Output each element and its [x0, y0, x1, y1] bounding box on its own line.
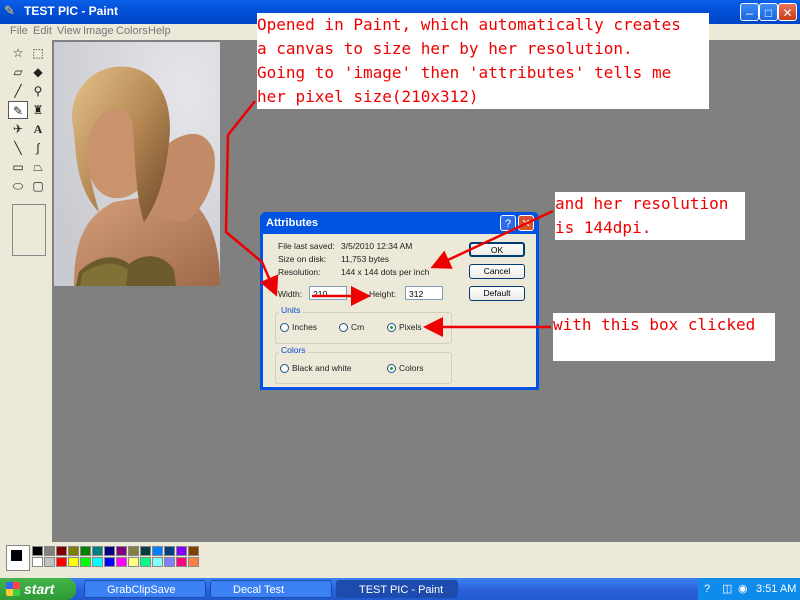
annotation-arrows [224, 100, 554, 337]
arrow-to-resolution [430, 209, 554, 269]
arrow-to-width-field [224, 100, 279, 297]
